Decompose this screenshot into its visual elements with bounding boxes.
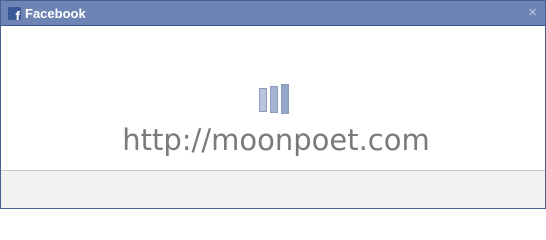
watermark-text: http://moonpoet.com [122, 123, 430, 157]
facebook-dialog: f Facebook × http://moonpoet.com [0, 0, 546, 209]
spinner-bar [281, 84, 289, 114]
close-icon[interactable]: × [528, 5, 537, 20]
spinner-bar [259, 88, 267, 112]
dialog-titlebar: f Facebook × [1, 1, 545, 26]
loading-spinner-icon [259, 84, 293, 114]
facebook-logo-icon: f [8, 7, 21, 20]
dialog-content: http://moonpoet.com [1, 26, 545, 170]
spinner-bar [270, 86, 278, 113]
dialog-footer [1, 170, 545, 208]
facebook-logo-letter: f [15, 8, 20, 20]
dialog-title: Facebook [25, 6, 86, 21]
